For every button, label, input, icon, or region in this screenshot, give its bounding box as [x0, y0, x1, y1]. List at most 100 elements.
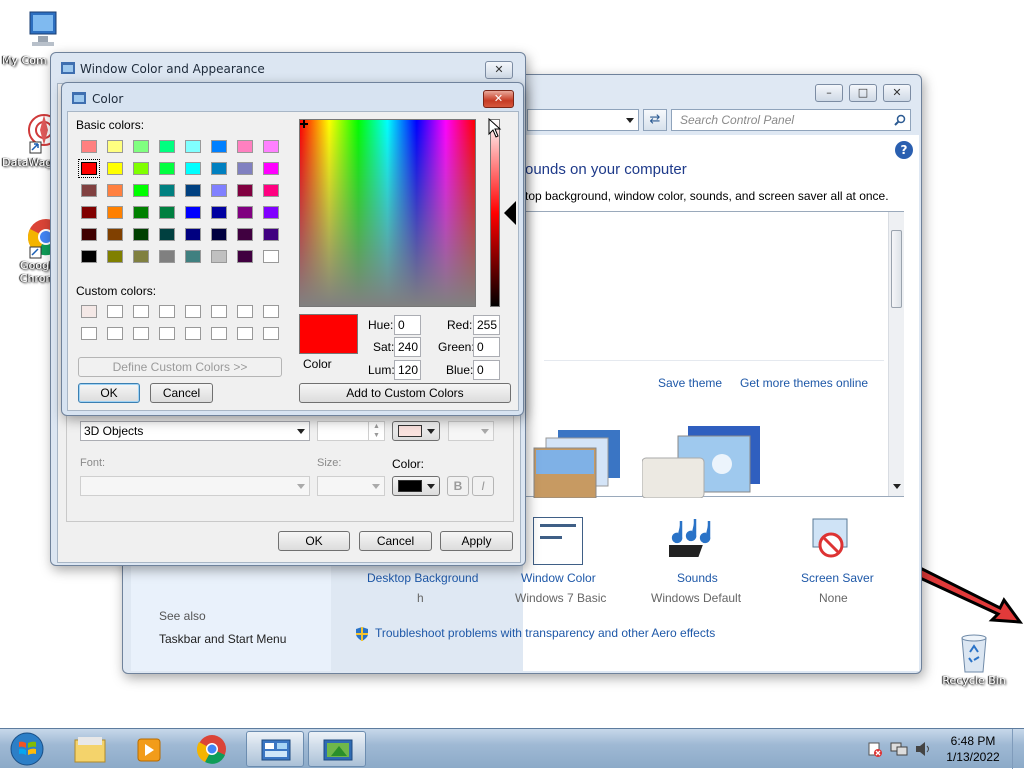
taskbar-chrome[interactable] [183, 731, 241, 767]
color-swatch[interactable] [237, 162, 253, 175]
color-swatch[interactable] [107, 305, 123, 318]
taskbar-media-player[interactable] [120, 731, 178, 767]
color-swatch[interactable] [107, 162, 123, 175]
define-custom-colors-button[interactable]: Define Custom Colors >> [78, 357, 282, 377]
appearance-apply-button[interactable]: Apply [440, 531, 513, 551]
color-swatch[interactable] [81, 250, 97, 263]
scrollbar[interactable] [888, 212, 904, 496]
color-swatch[interactable] [133, 327, 149, 340]
color-swatch[interactable] [159, 327, 175, 340]
color-swatch[interactable] [237, 184, 253, 197]
start-button[interactable] [8, 731, 46, 767]
italic-button[interactable]: I [472, 476, 494, 496]
color-swatch[interactable] [107, 327, 123, 340]
color-swatch[interactable] [263, 305, 279, 318]
color-swatch[interactable] [78, 159, 100, 178]
themes-list[interactable]: Save theme Get more themes online [523, 211, 904, 498]
clock[interactable]: 6:48 PM 1/13/2022 [940, 733, 1006, 765]
color-spectrum[interactable] [299, 119, 476, 307]
add-to-custom-colors-button[interactable]: Add to Custom Colors [299, 383, 511, 403]
scrollbar-thumb[interactable] [891, 230, 902, 308]
sounds-icon[interactable] [669, 517, 721, 565]
color-swatch[interactable] [81, 228, 97, 241]
color-swatch[interactable] [211, 184, 227, 197]
action-center-icon[interactable] [866, 741, 882, 757]
color-swatch[interactable] [107, 250, 123, 263]
color-swatch[interactable] [211, 327, 227, 340]
color-swatch[interactable] [133, 305, 149, 318]
taskbar-start-menu-link[interactable]: Taskbar and Start Menu [159, 632, 286, 646]
appearance-ok-button[interactable]: OK [278, 531, 350, 551]
color-swatch[interactable] [237, 140, 253, 153]
color-swatch[interactable] [185, 184, 201, 197]
color-swatch[interactable] [133, 250, 149, 263]
color-swatch[interactable] [185, 327, 201, 340]
color-swatch[interactable] [133, 228, 149, 241]
font-select[interactable] [80, 476, 310, 496]
color-swatch[interactable] [211, 250, 227, 263]
desktop-icon-recycle-bin[interactable]: Recycle Bin [936, 630, 1012, 687]
refresh-button[interactable]: ⇄ [643, 109, 667, 131]
taskbar-appearance[interactable] [308, 731, 366, 767]
luminance-bar[interactable] [490, 119, 500, 307]
help-icon[interactable]: ? [895, 141, 913, 159]
color-swatch[interactable] [133, 162, 149, 175]
color-swatch[interactable] [159, 140, 175, 153]
item-size-stepper[interactable]: ▲ ▼ [317, 421, 385, 441]
color-swatch[interactable] [185, 250, 201, 263]
color-swatch[interactable] [81, 305, 97, 318]
theme-thumbnail-2[interactable] [642, 424, 762, 498]
color-swatch[interactable] [237, 305, 253, 318]
color-swatch[interactable] [185, 162, 201, 175]
appearance-close-button[interactable]: ✕ [485, 61, 513, 79]
color-swatch[interactable] [159, 250, 175, 263]
item-color-button[interactable] [392, 421, 440, 441]
hue-input[interactable]: 0 [394, 315, 421, 335]
color-swatch[interactable] [107, 206, 123, 219]
color-swatch[interactable] [159, 206, 175, 219]
network-icon[interactable] [890, 741, 908, 757]
item-color2-button[interactable] [448, 421, 494, 441]
color-swatch[interactable] [263, 327, 279, 340]
color-swatch[interactable] [159, 228, 175, 241]
theme-thumbnail-1[interactable] [528, 424, 628, 498]
bold-button[interactable]: B [447, 476, 469, 496]
color-swatch[interactable] [237, 327, 253, 340]
font-size-select[interactable] [317, 476, 385, 496]
color-swatch[interactable] [107, 184, 123, 197]
font-color-button[interactable] [392, 476, 440, 496]
troubleshoot-link[interactable]: Troubleshoot problems with transparency … [375, 626, 715, 640]
get-more-themes-link[interactable]: Get more themes online [740, 376, 868, 390]
color-swatch[interactable] [237, 206, 253, 219]
sat-input[interactable]: 240 [394, 337, 421, 357]
sounds-link[interactable]: Sounds [677, 571, 718, 585]
color-swatch[interactable] [237, 228, 253, 241]
item-select[interactable]: 3D Objects [80, 421, 310, 441]
blue-input[interactable]: 0 [473, 360, 500, 380]
color-swatch[interactable] [81, 327, 97, 340]
show-desktop-button[interactable] [1012, 729, 1024, 769]
color-swatch[interactable] [159, 184, 175, 197]
color-swatch[interactable] [185, 228, 201, 241]
color-swatch[interactable] [107, 140, 123, 153]
color-swatch[interactable] [81, 206, 97, 219]
color-swatch[interactable] [185, 140, 201, 153]
search-box[interactable]: Search Control Panel [671, 109, 911, 131]
red-input[interactable]: 255 [473, 315, 500, 335]
save-theme-link[interactable]: Save theme [658, 376, 722, 390]
address-bar[interactable] [527, 109, 639, 131]
color-swatch[interactable] [185, 206, 201, 219]
close-button[interactable]: ✕ [883, 84, 911, 102]
color-swatch[interactable] [211, 162, 227, 175]
color-swatch[interactable] [159, 305, 175, 318]
color-swatch[interactable] [107, 228, 123, 241]
appearance-cancel-button[interactable]: Cancel [359, 531, 432, 551]
lum-input[interactable]: 120 [394, 360, 421, 380]
color-ok-button[interactable]: OK [78, 383, 140, 403]
desktop-background-link[interactable]: Desktop Background [367, 571, 478, 585]
color-swatch[interactable] [263, 250, 279, 263]
green-input[interactable]: 0 [473, 337, 500, 357]
color-cancel-button[interactable]: Cancel [150, 383, 213, 403]
color-close-button[interactable]: ✕ [483, 90, 514, 108]
color-swatch[interactable] [185, 305, 201, 318]
